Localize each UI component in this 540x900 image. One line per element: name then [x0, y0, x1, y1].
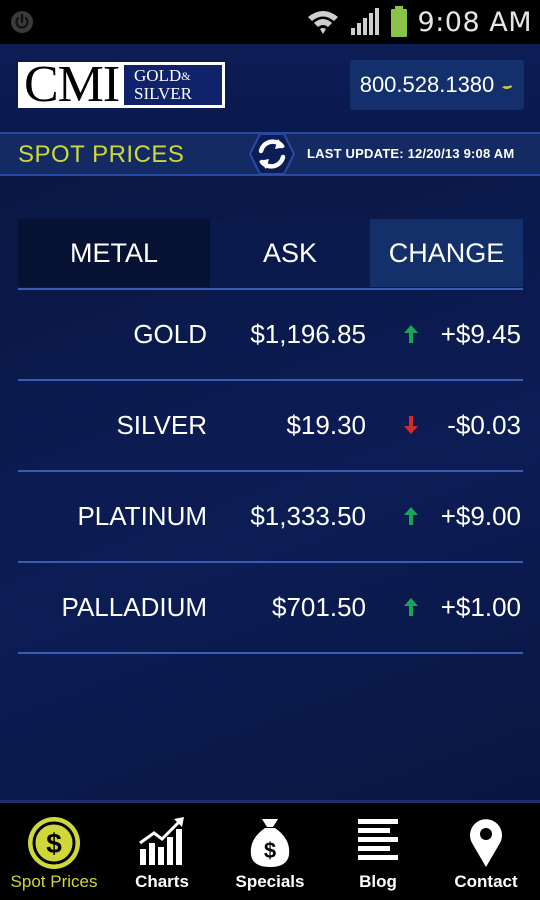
dollar-coin-icon: $ [28, 817, 80, 869]
nav-label-charts: Charts [135, 872, 189, 891]
nav-spot-prices[interactable]: $ Spot Prices [0, 803, 108, 900]
table-row-platinum[interactable]: PLATINUM $1,333.50 +$9.00 [18, 472, 523, 563]
logo-ampersand: & [181, 69, 191, 83]
wifi-icon [307, 11, 338, 34]
phone-icon [502, 85, 513, 89]
column-header-change[interactable]: CHANGE [370, 219, 523, 287]
svg-text:$: $ [264, 838, 276, 863]
logo-text: CMI [24, 56, 120, 113]
arrow-up-icon [404, 598, 418, 616]
money-bag-icon: $ [250, 819, 290, 867]
ask-price: $19.30 [286, 410, 366, 440]
nav-label-blog: Blog [359, 872, 397, 891]
refresh-icon[interactable] [246, 124, 298, 184]
arrow-up-icon [404, 325, 418, 343]
column-header-ask-label: ASK [262, 237, 318, 268]
nav-label-contact: Contact [454, 872, 518, 891]
table-row-palladium[interactable]: PALLADIUM $701.50 +$1.00 [18, 563, 523, 654]
table-header: METAL ASK CHANGE [18, 219, 523, 287]
battery-icon [390, 6, 407, 37]
column-header-metal[interactable]: METAL [18, 219, 210, 287]
phone-number: 800.528.1380 [359, 72, 495, 97]
price-change: -$0.03 [447, 410, 521, 440]
logo-line-2: SILVER [134, 84, 192, 103]
map-pin-icon [470, 819, 502, 867]
spot-prices-title: SPOT PRICES [18, 141, 185, 168]
ask-price: $1,196.85 [250, 319, 366, 349]
bottom-navigation: $ Spot Prices Charts $ Specials Blog Con… [0, 800, 540, 900]
metal-name: PALLADIUM [61, 592, 207, 622]
nav-label-spot-prices: Spot Prices [10, 872, 98, 891]
metal-name: SILVER [116, 410, 207, 440]
table-row-gold[interactable]: GOLD $1,196.85 +$9.45 [18, 290, 523, 381]
column-header-metal-label: METAL [69, 237, 158, 268]
column-header-ask[interactable]: ASK [210, 219, 370, 287]
bar-chart-icon [139, 817, 184, 865]
arrow-down-icon [404, 416, 418, 434]
status-bar: 9:08 AM [0, 0, 540, 44]
price-change: +$1.00 [440, 592, 521, 622]
price-change: +$9.45 [440, 319, 521, 349]
status-time: 9:08 AM [417, 6, 532, 38]
nav-specials[interactable]: $ Specials [216, 803, 324, 900]
arrow-up-icon [404, 507, 418, 525]
ask-price: $701.50 [272, 592, 366, 622]
metal-name: PLATINUM [77, 501, 207, 531]
nav-label-specials: Specials [235, 872, 305, 891]
price-change: +$9.00 [440, 501, 521, 531]
logo-subtitle: GOLD& SILVER [124, 65, 222, 105]
text-lines-icon [358, 819, 398, 860]
call-phone-button[interactable]: 800.528.1380 [350, 60, 524, 110]
power-icon [11, 11, 33, 33]
svg-text:$: $ [46, 828, 62, 859]
nav-contact[interactable]: Contact [432, 803, 540, 900]
metal-name: GOLD [133, 319, 207, 349]
column-header-change-label: CHANGE [388, 237, 505, 268]
nav-charts[interactable]: Charts [108, 803, 216, 900]
nav-blog[interactable]: Blog [324, 803, 432, 900]
table-row-silver[interactable]: SILVER $19.30 -$0.03 [18, 381, 523, 472]
ask-price: $1,333.50 [250, 501, 366, 531]
signal-icon [350, 8, 379, 35]
cmi-logo: CMI GOLD& SILVER [16, 56, 227, 113]
logo-line-1: GOLD [134, 66, 182, 85]
last-update-text: LAST UPDATE: 12/20/13 9:08 AM [307, 146, 515, 161]
